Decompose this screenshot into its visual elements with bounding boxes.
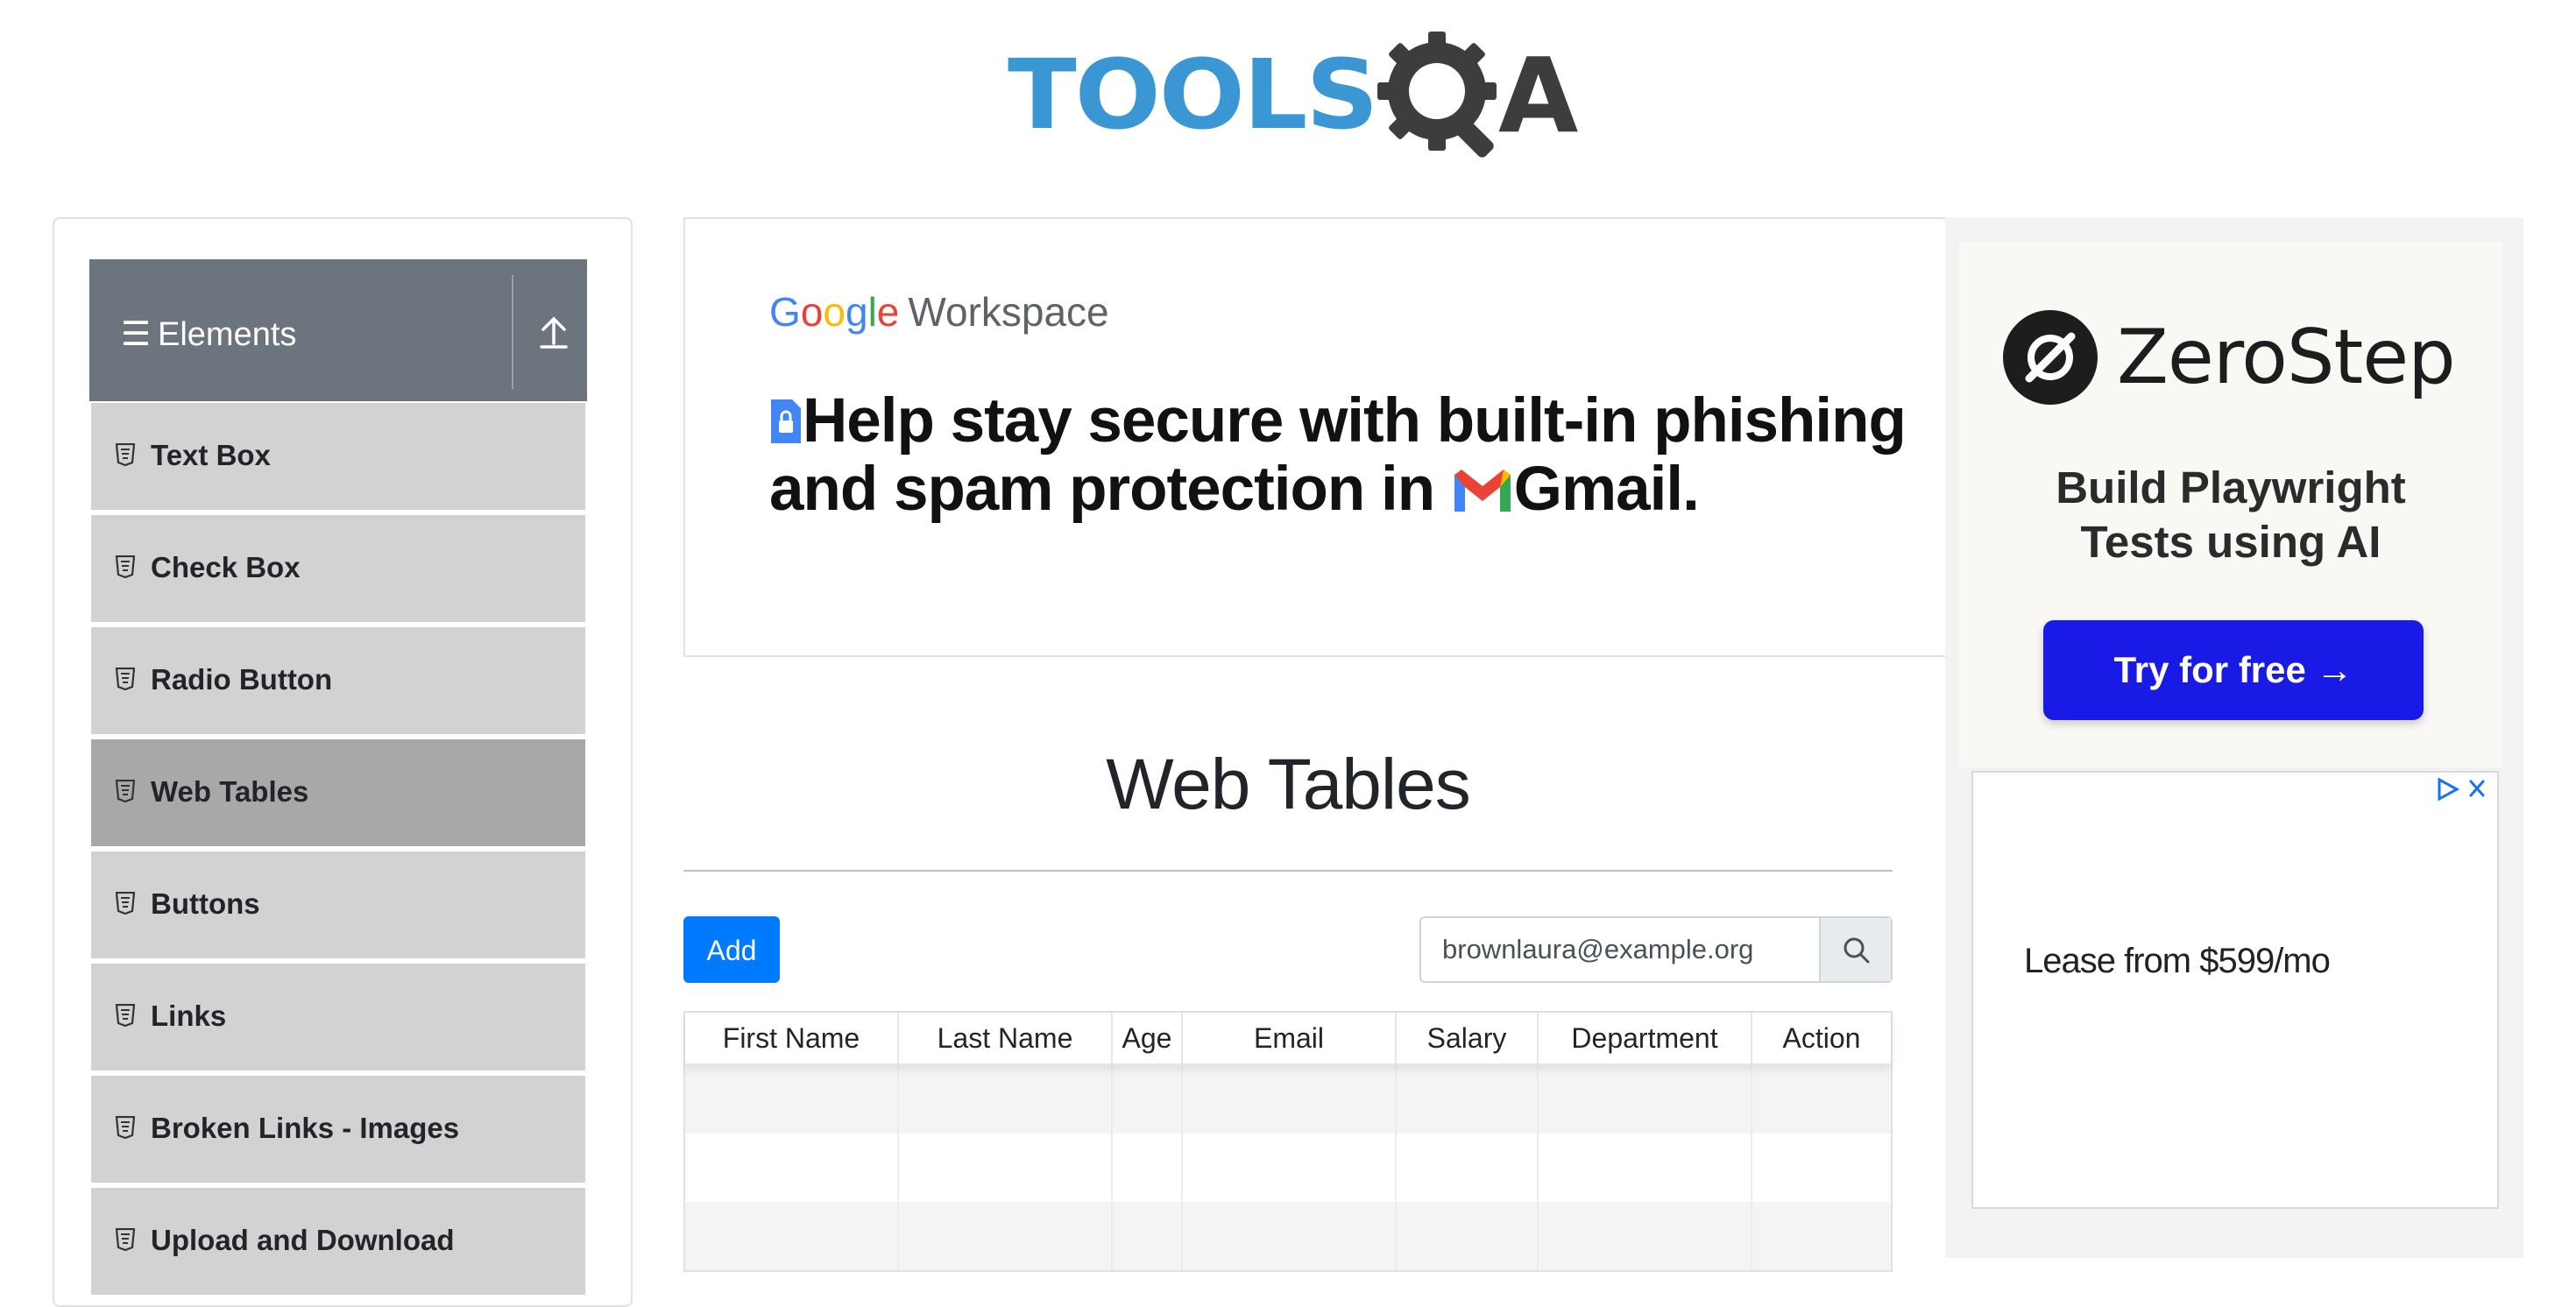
- table-row: [685, 1065, 1891, 1134]
- sidebar-item-label: Radio Button: [151, 663, 333, 696]
- brand-letter: l: [867, 289, 877, 335]
- brand-letter: o: [823, 289, 846, 335]
- brand-letter: o: [800, 289, 824, 335]
- sidebar-item-label: Upload and Download: [151, 1224, 455, 1256]
- column-header-salary[interactable]: Salary: [1397, 1013, 1539, 1063]
- table-cell: [1183, 1134, 1397, 1202]
- logo-tools-text: TOOLS: [1008, 39, 1379, 151]
- adchoices-icon[interactable]: [2432, 774, 2490, 804]
- title-divider: [683, 870, 1893, 872]
- column-header-action[interactable]: Action: [1752, 1013, 1891, 1063]
- table-cell: [1397, 1065, 1539, 1134]
- google-workspace-logo: Google Workspace: [769, 286, 1109, 338]
- table-cell: [1539, 1065, 1752, 1134]
- table-cell: [1113, 1065, 1183, 1134]
- table-cell: [899, 1065, 1113, 1134]
- sidebar-item-label: Web Tables: [151, 775, 309, 808]
- table-cell: [899, 1202, 1113, 1270]
- table-row: [685, 1134, 1891, 1202]
- try-for-free-button[interactable]: Try for free →: [2043, 620, 2424, 720]
- table-cell: [1183, 1065, 1397, 1134]
- brand-product: Workspace: [908, 289, 1109, 335]
- add-button[interactable]: Add: [683, 916, 780, 983]
- sidebar-item-label: Buttons: [151, 887, 260, 920]
- table-cell: [1113, 1134, 1183, 1202]
- zerostep-name: ZeroStep: [2117, 314, 2456, 401]
- search-button[interactable]: [1819, 918, 1891, 981]
- table-cell: [1752, 1134, 1891, 1202]
- search-box: [1419, 916, 1893, 983]
- search-icon: [1844, 937, 1870, 964]
- ad-headline: Help stay secure with built-in phishing …: [769, 387, 1908, 524]
- toolsqa-logo[interactable]: TOOLS A: [1008, 26, 1579, 166]
- sidebar-item-broken-links[interactable]: Broken Links - Images: [91, 1076, 585, 1183]
- sidebar-item-buttons[interactable]: Buttons: [91, 851, 585, 958]
- column-header-department[interactable]: Department: [1539, 1013, 1752, 1063]
- sidebar-item-label: Links: [151, 1000, 227, 1032]
- collapse-up-icon[interactable]: [536, 308, 571, 352]
- logo-a-text: A: [1498, 35, 1579, 156]
- brand-letter: g: [845, 289, 868, 335]
- sidebar-item-label: Check Box: [151, 551, 301, 583]
- gmail-icon: [1454, 470, 1511, 512]
- table-header: First Name Last Name Age Email Salary De…: [685, 1013, 1891, 1065]
- elements-group-header[interactable]: ☰ Elements: [89, 259, 587, 401]
- html5-icon: [116, 1004, 135, 1027]
- search-input[interactable]: [1421, 918, 1819, 981]
- ad-headline-gmail: Gmail.: [1513, 455, 1700, 524]
- group-title: Elements: [158, 316, 297, 353]
- lease-ad-text: Lease from $599/mo: [2024, 942, 2331, 980]
- table-cell: [685, 1065, 899, 1134]
- menu-icon: ☰: [121, 316, 152, 353]
- table-cell: [1397, 1134, 1539, 1202]
- html5-icon: [116, 668, 135, 690]
- sidebar-item-check-box[interactable]: Check Box: [91, 515, 585, 622]
- table-cell: [899, 1134, 1113, 1202]
- web-table: First Name Last Name Age Email Salary De…: [683, 1011, 1893, 1272]
- column-header-age[interactable]: Age: [1113, 1013, 1183, 1063]
- table-cell: [1183, 1202, 1397, 1270]
- html5-icon: [116, 555, 135, 578]
- html5-icon: [116, 1228, 135, 1251]
- html5-icon: [116, 892, 135, 915]
- table-row: [685, 1202, 1891, 1270]
- ad-headline-text: Help stay secure with built-in phishing …: [769, 386, 1907, 524]
- table-cell: [1397, 1202, 1539, 1270]
- html5-icon: [116, 443, 135, 466]
- sidebar-item-text-box[interactable]: Text Box: [91, 403, 585, 510]
- table-cell: [1539, 1134, 1752, 1202]
- gear-magnifier-icon: [1377, 32, 1497, 158]
- sidebar-item-label: Broken Links - Images: [151, 1112, 460, 1144]
- table-cell: [685, 1134, 899, 1202]
- zerostep-ad[interactable]: ZeroStep Build Playwright Tests using AI…: [1959, 242, 2502, 767]
- brand-letter: G: [769, 289, 801, 335]
- html5-icon: [116, 1116, 135, 1139]
- header-divider: [512, 275, 513, 389]
- sidebar-menu: Text Box Check Box Radio Button Web Tabl…: [91, 403, 585, 1300]
- brand-letter: e: [876, 289, 900, 335]
- table-cell: [1113, 1202, 1183, 1270]
- sidebar-item-label: Text Box: [151, 439, 271, 471]
- sidebar-item-radio-button[interactable]: Radio Button: [91, 627, 585, 734]
- tagline-line: Tests using AI: [2080, 517, 2381, 567]
- table-cell: [685, 1202, 899, 1270]
- column-header-email[interactable]: Email: [1183, 1013, 1397, 1063]
- page-title: Web Tables: [1106, 745, 1470, 824]
- column-header-last-name[interactable]: Last Name: [899, 1013, 1113, 1063]
- lock-document-icon: [771, 399, 801, 443]
- sidebar-item-upload-download[interactable]: Upload and Download: [91, 1188, 585, 1295]
- zerostep-tagline: Build Playwright Tests using AI: [1959, 461, 2502, 569]
- html5-icon: [116, 780, 135, 802]
- table-cell: [1539, 1202, 1752, 1270]
- tagline-line: Build Playwright: [2056, 463, 2406, 512]
- column-header-first-name[interactable]: First Name: [685, 1013, 899, 1063]
- zerostep-logo-icon: [2003, 310, 2098, 405]
- table-cell: [1752, 1065, 1891, 1134]
- table-cell: [1752, 1202, 1891, 1270]
- google-workspace-ad[interactable]: Google Workspace Help stay secure with bu…: [683, 217, 1949, 657]
- lease-ad[interactable]: Lease from $599/mo: [1971, 771, 2499, 1209]
- sidebar-item-web-tables[interactable]: Web Tables: [91, 739, 585, 846]
- sidebar-item-links[interactable]: Links: [91, 964, 585, 1070]
